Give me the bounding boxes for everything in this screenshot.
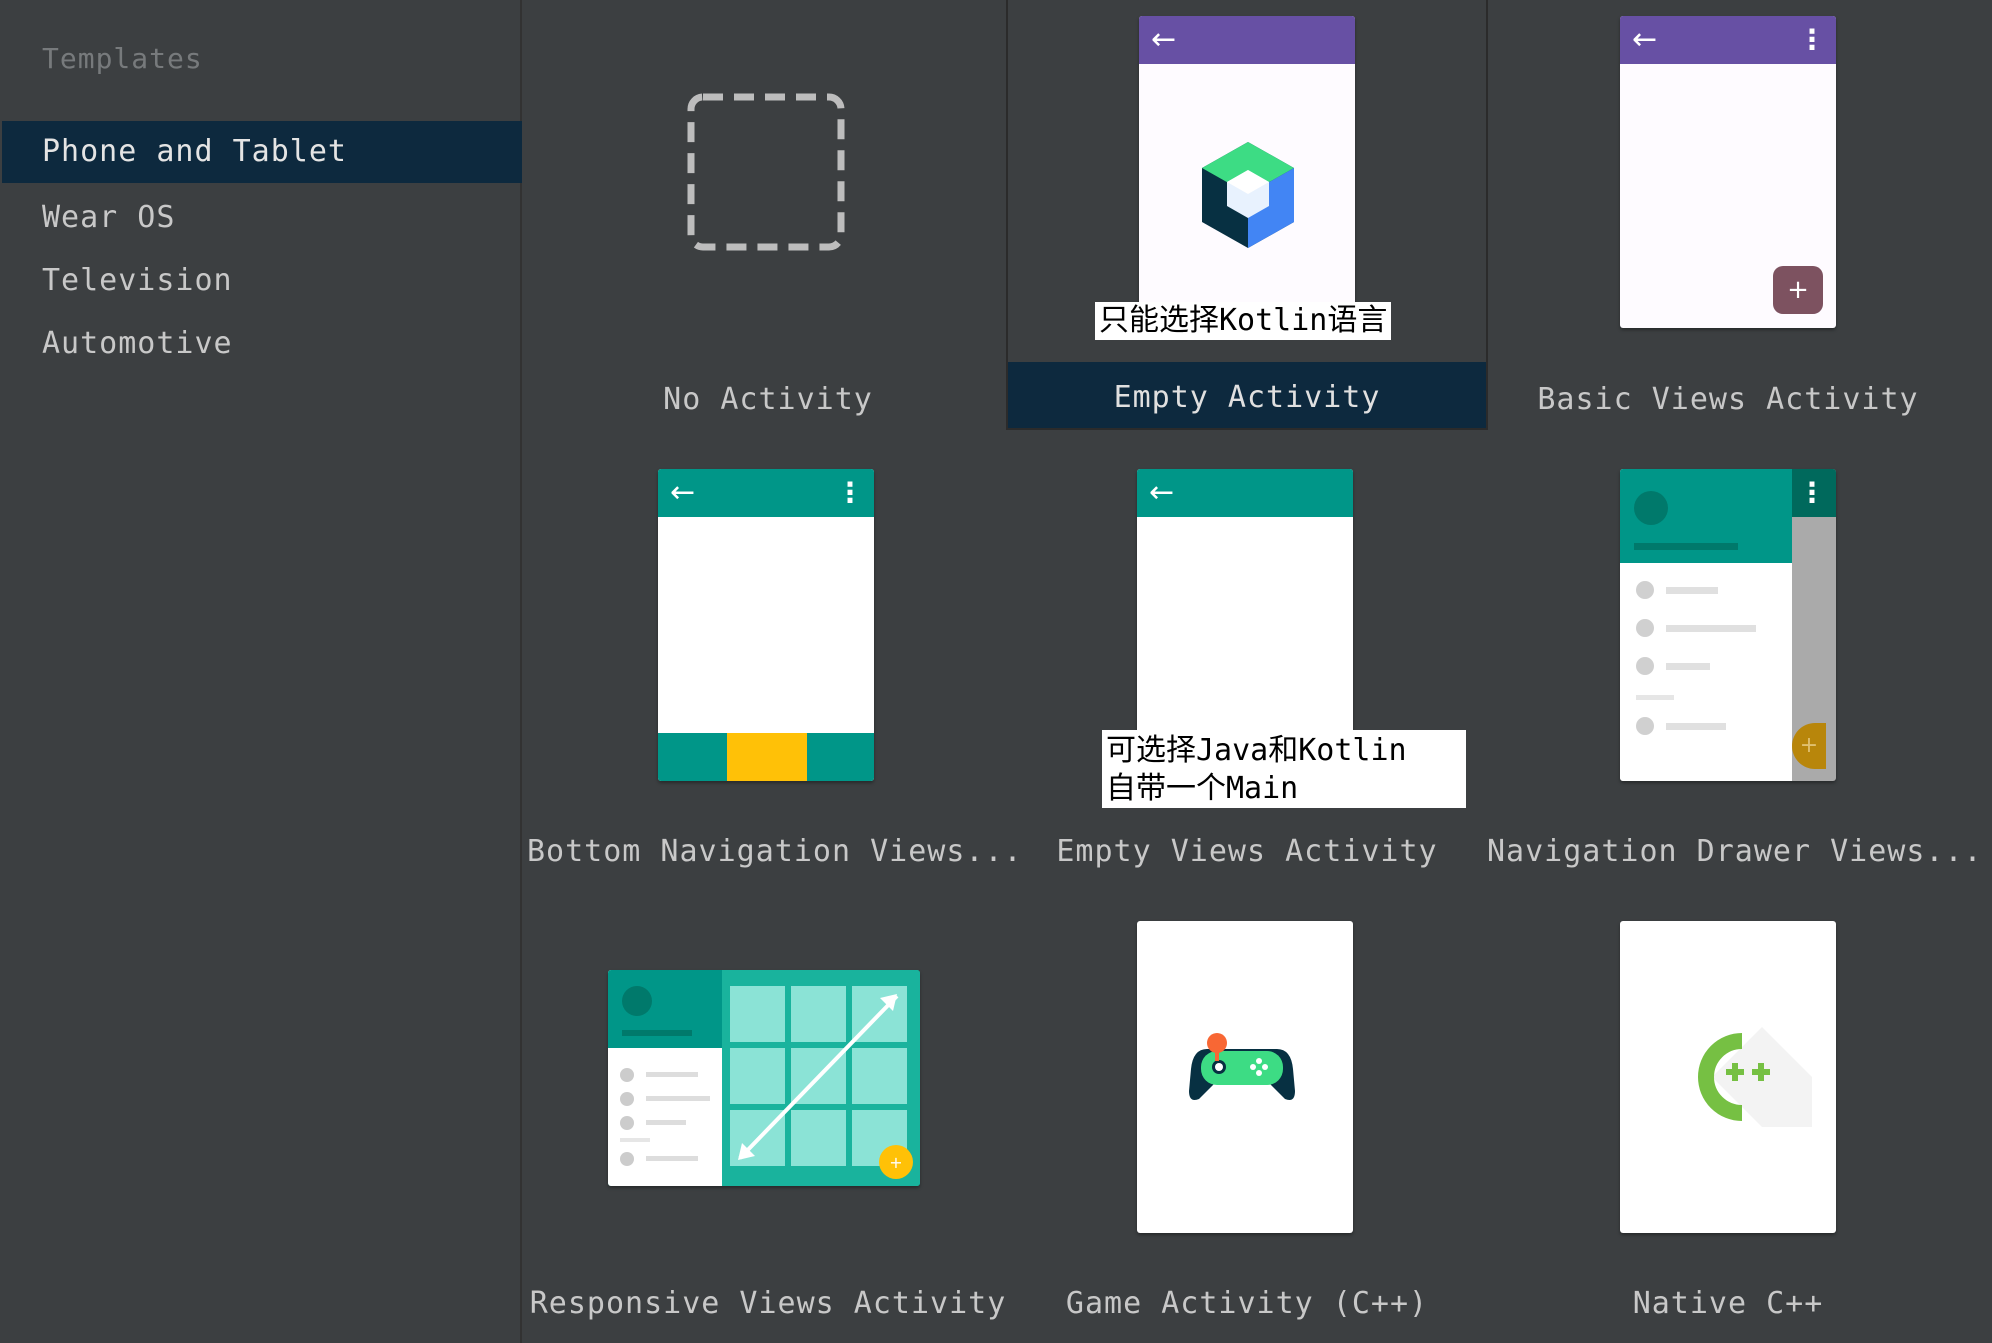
drawer-header-line xyxy=(1634,543,1738,550)
list-dot xyxy=(620,1068,634,1082)
phone-mockup: ← xyxy=(1139,16,1355,328)
overflow-menu-icon: ⋮ xyxy=(836,476,864,509)
template-label: Responsive Views Activity xyxy=(529,1286,1007,1321)
gamepad-icon xyxy=(1189,1033,1295,1100)
template-card-game-activity[interactable]: Game Activity (C++) xyxy=(1006,904,1488,1334)
overflow-menu-icon: ⋮ xyxy=(1798,23,1826,56)
template-label: Native C++ xyxy=(1632,1286,1824,1321)
template-label: Empty Activity xyxy=(1113,380,1381,415)
template-label: No Activity xyxy=(663,382,873,417)
cpp-logo-icon xyxy=(1698,1027,1812,1127)
avatar xyxy=(1634,491,1668,525)
drawer-item-line xyxy=(1666,625,1756,632)
template-card-native-cpp[interactable]: Native C++ xyxy=(1487,904,1969,1334)
annotation-note: 只能选择Kotlin语言 xyxy=(1095,302,1392,340)
app-bar: ← xyxy=(1137,469,1353,517)
bottom-nav-selected xyxy=(727,733,807,781)
drawer-item-dot xyxy=(1636,657,1654,675)
drawer-item-dot xyxy=(1636,581,1654,599)
svg-text:+: + xyxy=(889,1153,902,1172)
template-card-no-activity[interactable]: No Activity xyxy=(527,0,1009,430)
nav-drawer xyxy=(1620,469,1792,781)
annotation-line: 自带一个Main xyxy=(1106,771,1299,806)
drawer-item-line xyxy=(1666,587,1718,594)
avatar xyxy=(622,986,652,1016)
fab-plus-icon: + xyxy=(1773,266,1823,314)
template-card-empty-activity[interactable]: ← 只能选择Kotlin语言 Empty Activity xyxy=(1006,0,1488,430)
annotation-line: 可选择Java和Kotlin xyxy=(1106,733,1407,768)
compose-logo-icon xyxy=(1202,142,1294,248)
app-bar: ← xyxy=(1139,16,1355,64)
list-divider xyxy=(620,1138,650,1142)
template-card-empty-views-activity[interactable]: ← 可选择Java和Kotlin 自带一个Main Empty Views Ac… xyxy=(1006,452,1488,882)
drawer-header xyxy=(1620,469,1792,563)
sidebar-item-television[interactable]: Television xyxy=(2,250,522,312)
list-line xyxy=(646,1156,698,1161)
bottom-nav-bar xyxy=(658,733,874,781)
template-card-bottom-navigation[interactable]: ← ⋮ Bottom Navigation Views... xyxy=(527,452,1023,882)
drawer-item-line xyxy=(1666,723,1726,730)
fab-plus-icon: + xyxy=(1792,723,1826,769)
phone-mockup xyxy=(1137,921,1353,1233)
back-arrow-icon: ← xyxy=(1149,475,1175,510)
sidebar-title: Templates xyxy=(42,42,203,75)
template-grid: No Activity ← 只能选择Kotlin语言 Empty Activit… xyxy=(524,0,1992,1343)
template-label: Bottom Navigation Views... xyxy=(527,834,1023,869)
back-arrow-icon: ← xyxy=(670,475,696,510)
list-pane-header xyxy=(608,970,722,1048)
overflow-menu-icon: ⋮ xyxy=(1798,476,1826,509)
back-arrow-icon: ← xyxy=(1632,22,1658,57)
list-line xyxy=(646,1120,686,1125)
back-arrow-icon: ← xyxy=(1151,22,1177,57)
list-dot xyxy=(620,1116,634,1130)
list-line xyxy=(646,1072,698,1077)
template-card-basic-views-activity[interactable]: ← ⋮ + Basic Views Activity xyxy=(1487,0,1969,430)
templates-sidebar: Templates Phone and Tablet Wear OS Telev… xyxy=(0,0,522,1343)
sidebar-item-wear-os[interactable]: Wear OS xyxy=(2,187,522,249)
template-card-navigation-drawer[interactable]: ⋮ + Navigation Drawer Views... xyxy=(1487,452,1983,882)
list-dot xyxy=(620,1152,634,1166)
drawer-item-dot xyxy=(1636,619,1654,637)
template-label: Basic Views Activity xyxy=(1537,382,1919,417)
list-dot xyxy=(620,1092,634,1106)
phone-mockup xyxy=(1620,921,1836,1233)
list-line xyxy=(646,1096,710,1101)
phone-mockup: ← ⋮ xyxy=(658,469,874,781)
phone-mockup: ⋮ + xyxy=(1620,469,1836,781)
annotation-note: 可选择Java和Kotlin 自带一个Main xyxy=(1102,730,1466,808)
sidebar-item-automotive[interactable]: Automotive xyxy=(2,313,522,375)
template-card-responsive-views[interactable]: + Responsive Views Activity xyxy=(527,904,1009,1334)
dashed-square-icon xyxy=(687,93,845,251)
phone-mockup: ← ⋮ + xyxy=(1620,16,1836,328)
app-bar: ← ⋮ xyxy=(658,469,874,517)
drawer-divider xyxy=(1636,695,1674,700)
drawer-item-dot xyxy=(1636,717,1654,735)
grid-pane: + xyxy=(722,970,920,1186)
responsive-tablet-icon: + xyxy=(608,970,920,1186)
template-label: Game Activity (C++) xyxy=(1065,1286,1429,1321)
drawer-item-line xyxy=(1666,663,1710,670)
sidebar-item-phone-and-tablet[interactable]: Phone and Tablet xyxy=(2,121,522,183)
template-label: Empty Views Activity xyxy=(1056,834,1438,869)
header-line xyxy=(622,1030,692,1036)
template-label: Navigation Drawer Views... xyxy=(1487,834,1983,869)
list-pane xyxy=(608,970,722,1186)
app-bar: ← ⋮ xyxy=(1620,16,1836,64)
